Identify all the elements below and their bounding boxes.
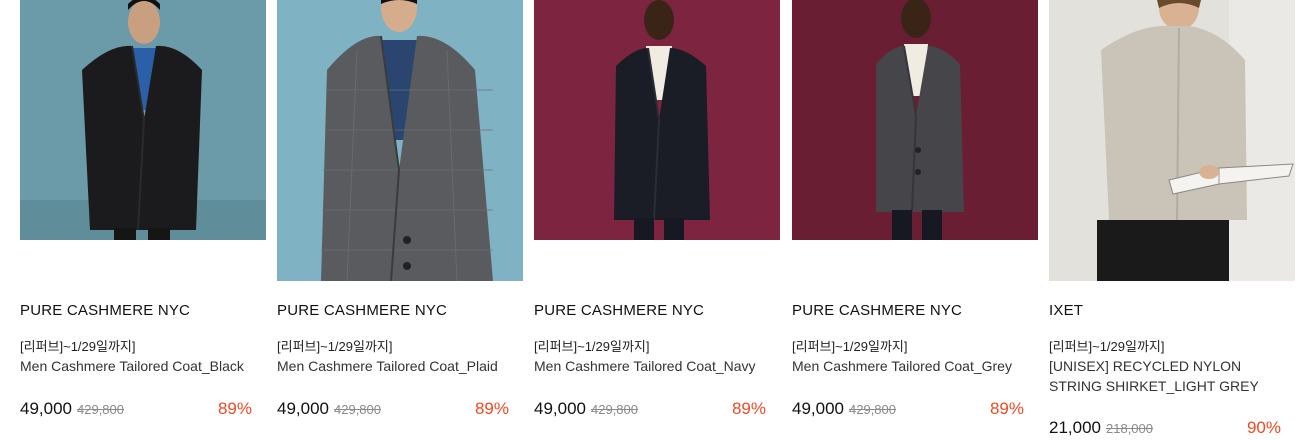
product-price: 21,000	[1049, 418, 1101, 437]
price-group: 49,000 429,800	[277, 399, 381, 419]
product-grid: PURE CASHMERE NYC [리퍼브]~1/29일까지] Men Cas…	[0, 0, 1305, 440]
product-image[interactable]	[20, 0, 266, 240]
discount-rate: 89%	[217, 399, 252, 418]
product-price: 49,000	[792, 399, 844, 418]
product-tag: [리퍼브]~1/29일까지]	[534, 339, 650, 354]
original-price: 218,000	[1106, 421, 1153, 436]
product-image[interactable]	[277, 0, 523, 281]
product-price: 49,000	[20, 399, 72, 418]
product-title[interactable]: Men Cashmere Tailored Coat_Plaid	[277, 356, 513, 376]
product-brand[interactable]: IXET	[1049, 302, 1083, 319]
product-title[interactable]: Men Cashmere Tailored Coat_Black	[20, 356, 256, 376]
discount-rate: 89%	[474, 399, 509, 418]
product-tag: [리퍼브]~1/29일까지]	[792, 339, 908, 354]
product-title[interactable]: Men Cashmere Tailored Coat_Navy	[534, 356, 770, 376]
product-title[interactable]: Men Cashmere Tailored Coat_Grey	[792, 356, 1028, 376]
original-price: 429,800	[77, 402, 124, 417]
product-image[interactable]	[792, 0, 1038, 240]
product-brand[interactable]: PURE CASHMERE NYC	[792, 302, 962, 319]
product-title[interactable]: [UNISEX] RECYCLED NYLON STRING SHIRKET_L…	[1049, 356, 1285, 396]
product-price: 49,000	[534, 399, 586, 418]
product-brand[interactable]: PURE CASHMERE NYC	[534, 302, 704, 319]
price-row: 49,000 429,800 89%	[277, 397, 509, 419]
product-image[interactable]	[534, 0, 780, 240]
discount-rate: 89%	[989, 399, 1024, 418]
price-row: 49,000 429,800 89%	[20, 397, 252, 419]
price-row: 21,000 218,000 90%	[1049, 416, 1281, 438]
product-tag: [리퍼브]~1/29일까지]	[20, 339, 136, 354]
original-price: 429,800	[334, 402, 381, 417]
discount-rate: 90%	[1246, 418, 1281, 437]
discount-rate: 89%	[731, 399, 766, 418]
product-brand[interactable]: PURE CASHMERE NYC	[20, 302, 190, 319]
price-group: 49,000 429,800	[20, 399, 124, 419]
product-image[interactable]	[1049, 0, 1295, 281]
product-tag: [리퍼브]~1/29일까지]	[277, 339, 393, 354]
price-group: 49,000 429,800	[792, 399, 896, 419]
price-group: 21,000 218,000	[1049, 418, 1153, 438]
product-tag: [리퍼브]~1/29일까지]	[1049, 339, 1165, 354]
product-price: 49,000	[277, 399, 329, 418]
price-row: 49,000 429,800 89%	[792, 397, 1024, 419]
original-price: 429,800	[591, 402, 638, 417]
price-row: 49,000 429,800 89%	[534, 397, 766, 419]
price-group: 49,000 429,800	[534, 399, 638, 419]
product-brand[interactable]: PURE CASHMERE NYC	[277, 302, 447, 319]
original-price: 429,800	[849, 402, 896, 417]
